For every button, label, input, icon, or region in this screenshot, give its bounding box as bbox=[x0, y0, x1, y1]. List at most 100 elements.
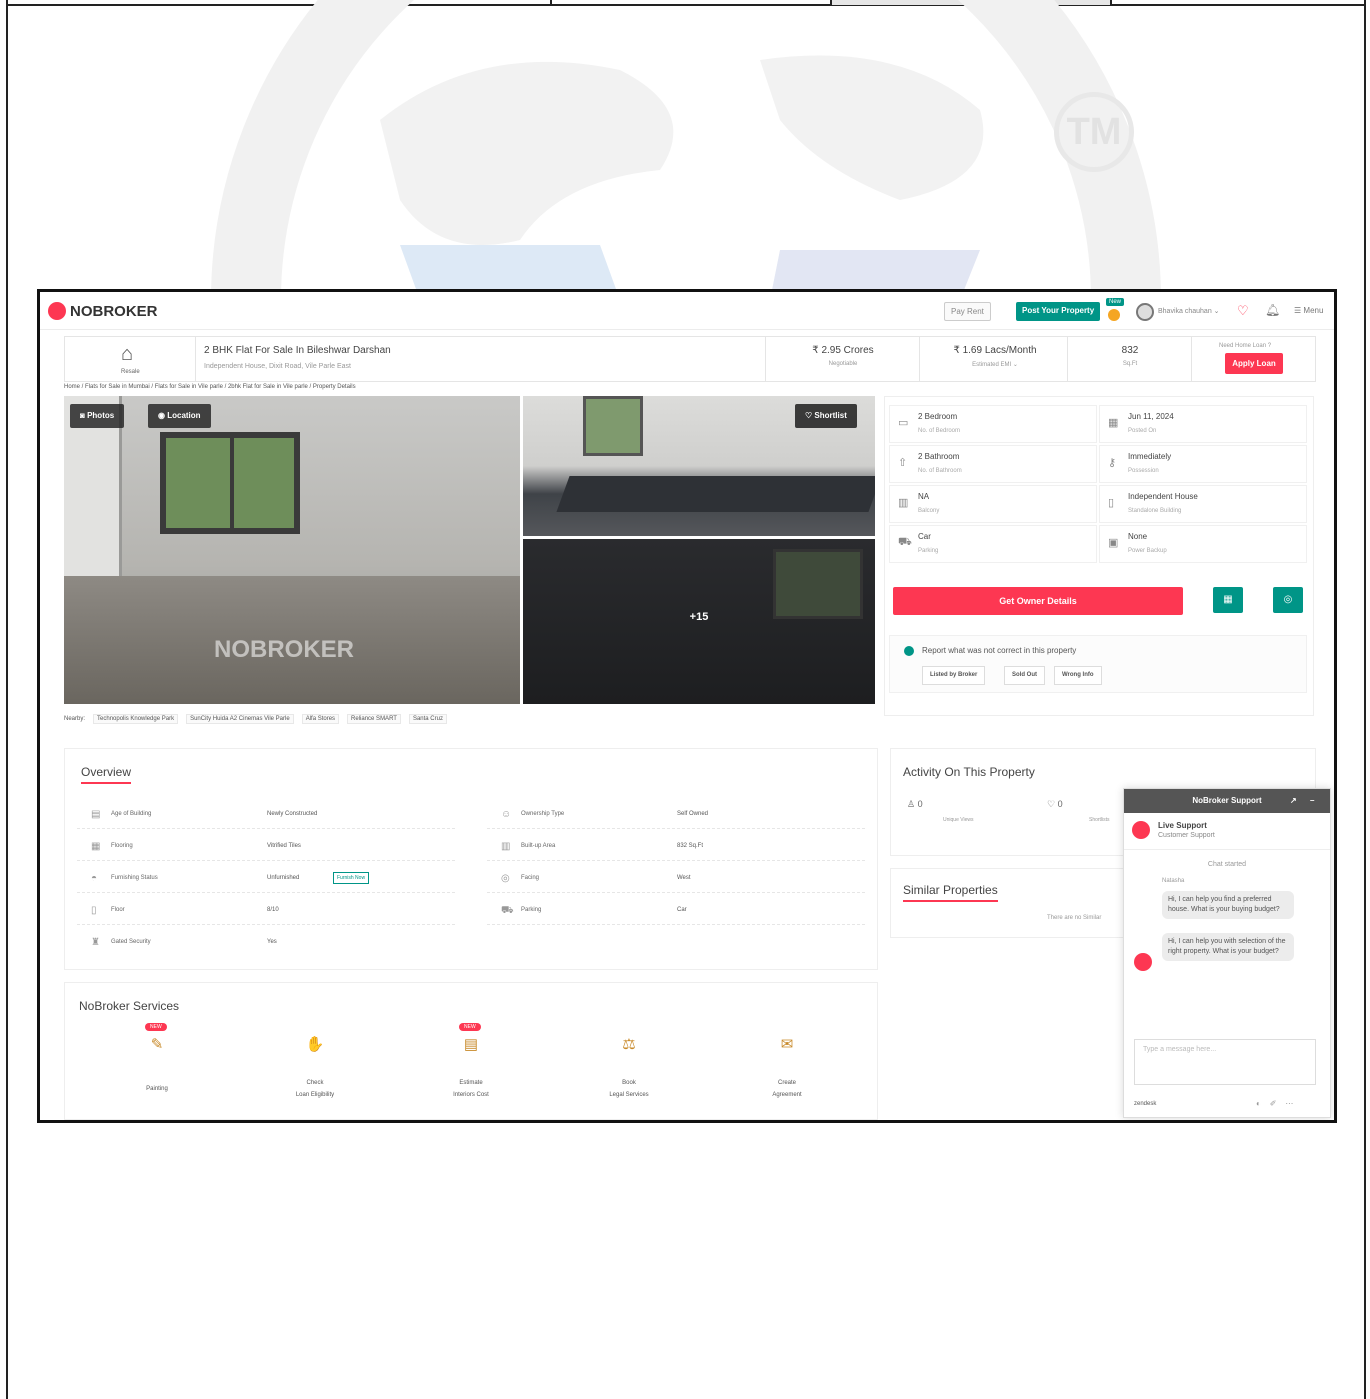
kitchen-photo[interactable]: ♡ Shortlist bbox=[523, 396, 875, 536]
window-image bbox=[773, 549, 863, 619]
shortlist-heart-icon[interactable]: ♡ bbox=[1237, 303, 1249, 319]
brand-name: NOBROKER bbox=[70, 302, 158, 320]
person-icon: ♙ bbox=[907, 799, 916, 809]
shortlists-count: ♡ 0 bbox=[1047, 799, 1063, 809]
question-icon bbox=[904, 646, 914, 656]
furnish-now-button[interactable]: Furnish Now bbox=[333, 872, 370, 884]
loan-icon: ✋ bbox=[305, 1036, 325, 1053]
agent-name: Natasha bbox=[1162, 878, 1185, 884]
listed-by-broker-button[interactable]: Listed by Broker bbox=[922, 666, 986, 685]
attachment-icon[interactable]: ✐ bbox=[1270, 1099, 1277, 1108]
more-photos-count: +15 bbox=[689, 611, 709, 623]
nobroker-logo[interactable]: NOBROKER bbox=[48, 302, 158, 320]
location-button[interactable]: ◉ Location bbox=[148, 404, 211, 428]
chat-header[interactable]: NoBroker Support ↗ – bbox=[1124, 789, 1330, 813]
overview-row: ▤ Age of Building Newly Constructed bbox=[77, 801, 455, 829]
nearby-places: Nearby: Technopolis Knowledge Park SunCi… bbox=[64, 714, 447, 724]
overview-row: ▦ Flooring Vitrified Tiles bbox=[77, 833, 455, 861]
compass-icon: ◎ bbox=[501, 873, 510, 884]
overview-title: Overview bbox=[81, 765, 132, 784]
main-property-photo[interactable]: NOBROKER ◙ Photos ◉ Location bbox=[64, 396, 520, 704]
detail-building-type: ▯ Independent House Standalone Building bbox=[1099, 485, 1307, 523]
user-name-dropdown[interactable]: Bhavika chauhan ⌄ bbox=[1158, 307, 1220, 315]
nearby-chip[interactable]: SunCity Huida A2 Cinemas Vile Parle bbox=[186, 714, 294, 724]
heart-icon: ♡ bbox=[1047, 799, 1056, 809]
user-avatar-icon[interactable] bbox=[1136, 303, 1154, 321]
agent-avatar-icon bbox=[1134, 953, 1152, 971]
unique-views-label: Unique Views bbox=[943, 817, 974, 823]
nearby-label: Nearby: bbox=[64, 716, 86, 722]
support-avatar-icon bbox=[1132, 821, 1150, 839]
wrong-info-button[interactable]: Wrong Info bbox=[1054, 666, 1102, 685]
report-text: Report what was not correct in this prop… bbox=[922, 646, 1077, 655]
similar-empty-text: There are no Similar bbox=[1047, 915, 1102, 921]
services-title: NoBroker Services bbox=[79, 999, 180, 1013]
detail-possession: ⚷ Immediately Possession bbox=[1099, 445, 1307, 483]
detail-parking: ⛟ Car Parking bbox=[889, 525, 1097, 563]
interiors-icon: ▤ bbox=[463, 1036, 479, 1053]
building-icon: ▯ bbox=[1108, 497, 1115, 509]
menu-button[interactable]: ☰ Menu bbox=[1294, 306, 1323, 315]
rating-icon[interactable]: ◐ bbox=[1256, 1099, 1261, 1108]
agreement-icon: ✉ bbox=[780, 1036, 794, 1053]
detail-posted-on: ▦ Jun 11, 2024 Posted On bbox=[1099, 405, 1307, 443]
car-icon: ⛟ bbox=[501, 905, 514, 916]
zendesk-logo: zendesk bbox=[1134, 1101, 1157, 1107]
window-image bbox=[160, 432, 300, 534]
sold-out-button[interactable]: Sold Out bbox=[1004, 666, 1045, 685]
minimize-icon[interactable]: – bbox=[1310, 789, 1314, 813]
photo-watermark: NOBROKER bbox=[214, 636, 355, 663]
notification-bell-icon[interactable]: 🔔︎ bbox=[1265, 303, 1280, 317]
similar-title: Similar Properties bbox=[903, 883, 998, 902]
car-icon: ⛟ bbox=[898, 536, 912, 548]
bath-icon: ⇧ bbox=[898, 457, 908, 469]
nearby-chip[interactable]: Reliance SMART bbox=[347, 714, 401, 724]
nearby-chip[interactable]: Technopolis Knowledge Park bbox=[93, 714, 179, 724]
live-support-title: Live Support bbox=[1158, 821, 1207, 830]
breadcrumb[interactable]: Home / Flats for Sale in Mumbai / Flats … bbox=[64, 384, 356, 390]
nobroker-services-section: NoBroker Services NEW ✎ Painting ✋ Check… bbox=[64, 982, 878, 1120]
detail-bathroom: ⇧ 2 Bathroom No. of Bathroom bbox=[889, 445, 1097, 483]
background-watermark: TM bbox=[0, 0, 1370, 300]
popout-icon[interactable]: ↗ bbox=[1290, 789, 1297, 813]
more-photos-tile[interactable]: +15 bbox=[523, 539, 875, 704]
paint-roller-icon: ✎ bbox=[150, 1036, 164, 1053]
calendar-button[interactable]: ▦ bbox=[1213, 587, 1243, 613]
emi-label[interactable]: Estimated EMI ⌄ bbox=[933, 361, 1057, 368]
area-icon: ▥ bbox=[501, 841, 511, 852]
overview-row: ◎ Facing West bbox=[487, 865, 865, 893]
overview-row: ◓ Furnishing Status Unfurnished Furnish … bbox=[77, 865, 455, 893]
divider bbox=[765, 337, 766, 381]
chat-started-text: Chat started bbox=[1207, 861, 1247, 868]
need-loan-text: Need Home Loan ? bbox=[1219, 343, 1272, 349]
bed-icon: ▭ bbox=[898, 417, 909, 429]
pay-rent-button[interactable]: Pay Rent bbox=[944, 302, 991, 321]
divider bbox=[195, 337, 196, 381]
nearby-chip[interactable]: Alfa Stores bbox=[301, 714, 340, 724]
nearby-chip[interactable]: Santa Cruz bbox=[408, 714, 447, 724]
key-icon: ⚷ bbox=[1108, 457, 1117, 469]
chat-tools: ◐ ✐ ⋯ bbox=[1256, 1099, 1293, 1108]
overview-row: ☺ Ownership Type Self Owned bbox=[487, 801, 865, 829]
photos-button[interactable]: ◙ Photos bbox=[70, 404, 125, 428]
house-icon: ⌂ bbox=[121, 343, 134, 365]
coin-icon[interactable] bbox=[1108, 309, 1120, 321]
gavel-icon: ⚖ bbox=[622, 1036, 636, 1053]
whatsapp-button[interactable]: ◎ bbox=[1273, 587, 1303, 613]
price-value: ₹ 2.95 Crores bbox=[812, 345, 874, 356]
get-owner-details-button[interactable]: Get Owner Details bbox=[893, 587, 1183, 615]
more-options-icon[interactable]: ⋯ bbox=[1285, 1099, 1293, 1108]
overview-section: Overview ▤ Age of Building Newly Constru… bbox=[64, 748, 878, 970]
new-badge: New bbox=[1106, 298, 1125, 306]
post-property-button[interactable]: Post Your Property bbox=[1016, 302, 1101, 321]
window-image bbox=[583, 396, 643, 456]
divider bbox=[1067, 337, 1068, 381]
chat-message-input[interactable]: Type a message here... bbox=[1134, 1039, 1316, 1085]
compass-icon: ◉ bbox=[158, 411, 165, 420]
live-support-subtitle: Customer Support bbox=[1158, 832, 1215, 839]
shortlist-button[interactable]: ♡ Shortlist bbox=[795, 404, 857, 428]
price-negotiable: Negotiable bbox=[828, 361, 858, 367]
apply-loan-button[interactable]: Apply Loan bbox=[1225, 353, 1283, 374]
security-guard-icon: ♜ bbox=[91, 937, 100, 948]
property-details-panel: ▭ 2 Bedroom No. of Bedroom ▦ Jun 11, 202… bbox=[884, 396, 1314, 716]
